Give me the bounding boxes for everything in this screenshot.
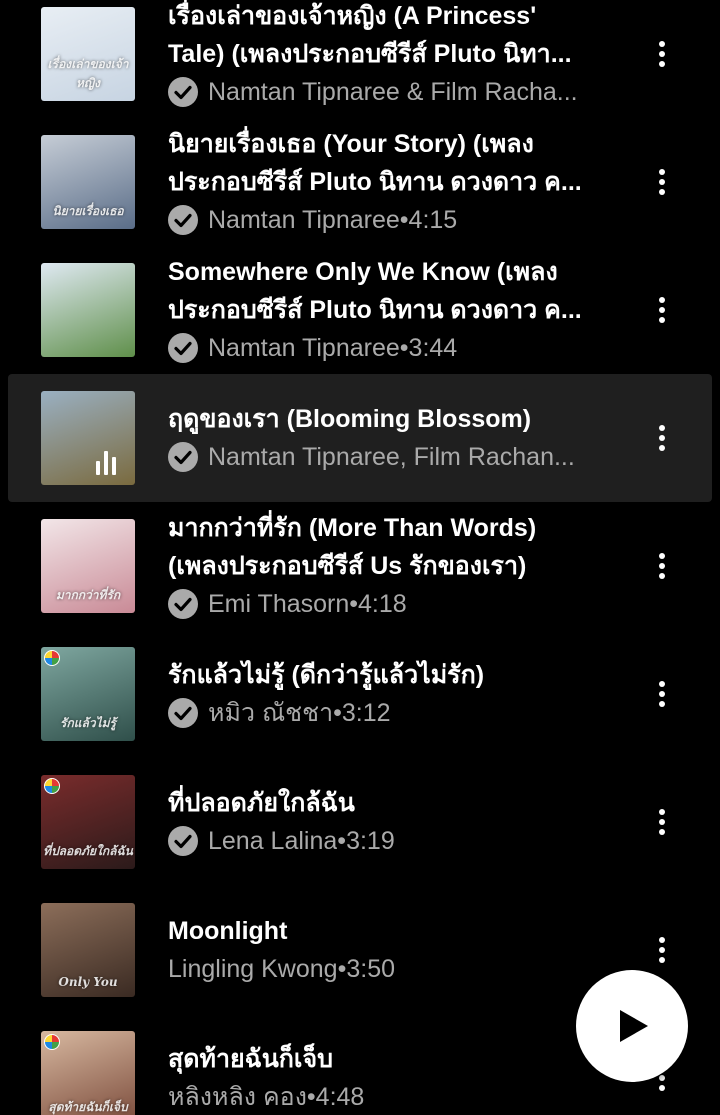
song-duration: 3:44 xyxy=(408,334,458,362)
separator-dot: • xyxy=(337,955,347,983)
song-row[interactable]: มากกว่าที่รัก มากกว่าที่รัก (More Than Wo… xyxy=(8,502,712,630)
song-info: เรื่องเล่าของเจ้าหญิง (A Princess' Tale) … xyxy=(168,0,628,111)
song-title: สุดท้ายฉันก็เจ็บ xyxy=(168,1045,333,1073)
album-thumbnail[interactable]: นิยายเรื่องเธอ xyxy=(41,135,135,229)
song-subtitle: Namtan Tipnaree • 4:15 xyxy=(168,201,628,239)
song-title-continued: (เพลงประกอบซีรีส์ Us รักของเรา) xyxy=(168,552,527,580)
more-vert-icon[interactable] xyxy=(648,418,676,458)
more-vert-icon[interactable] xyxy=(648,34,676,74)
separator-dot: • xyxy=(337,827,347,855)
separator-dot: • xyxy=(399,206,409,234)
song-duration: 4:15 xyxy=(408,206,458,234)
song-info: มากกว่าที่รัก (More Than Words) (เพลงประก… xyxy=(168,509,628,623)
equalizer-icon xyxy=(96,449,116,475)
song-title: เรื่องเล่าของเจ้าหญิง (A Princess' xyxy=(168,2,537,30)
play-icon xyxy=(620,1010,648,1042)
thumbnail-caption: Only You xyxy=(58,975,118,989)
check-circle-icon xyxy=(168,698,198,728)
song-subtitle: Namtan Tipnaree • 3:44 xyxy=(168,329,628,367)
album-thumbnail[interactable]: ที่ปลอดภัยใกล้ฉัน xyxy=(41,775,135,869)
more-vert-icon[interactable] xyxy=(648,674,676,714)
song-duration: 3:19 xyxy=(346,827,395,855)
song-duration: 3:50 xyxy=(346,955,396,983)
song-info: ฤดูของเรา (Blooming Blossom) Namtan Tipna… xyxy=(168,400,628,476)
song-title: นิยายเรื่องเธอ (Your Story) (เพลง xyxy=(168,130,534,158)
check-circle-icon xyxy=(168,826,198,856)
song-title-continued: ประกอบซีรีส์ Pluto นิทาน ดวงดาว ค... xyxy=(168,168,582,196)
song-duration: 3:12 xyxy=(341,699,391,727)
song-info: รักแล้วไม่รู้ (ดีกว่ารู้แล้วไม่รัก) หมิว … xyxy=(168,656,628,732)
album-thumbnail[interactable]: เรื่องเล่าของเจ้าหญิง xyxy=(41,7,135,101)
separator-dot: • xyxy=(306,1083,316,1111)
separator-dot: • xyxy=(349,590,359,618)
song-title: ที่ปลอดภัยใกล้ฉัน xyxy=(168,789,355,817)
artist-name: Lingling Kwong xyxy=(168,955,338,983)
song-subtitle: หลิงหลิง คอง • 4:48 xyxy=(168,1078,628,1115)
song-subtitle: Lena Lalina • 3:19 xyxy=(168,822,628,860)
song-row[interactable]: ฤดูของเรา (Blooming Blossom) Namtan Tipna… xyxy=(8,374,712,502)
more-vert-icon[interactable] xyxy=(648,546,676,586)
channel-logo xyxy=(44,778,60,794)
song-duration: 4:48 xyxy=(315,1083,365,1111)
song-row[interactable]: ที่ปลอดภัยใกล้ฉัน ที่ปลอดภัยใกล้ฉัน Lena L… xyxy=(8,758,712,886)
song-row[interactable]: รักแล้วไม่รู้ รักแล้วไม่รู้ (ดีกว่ารู้แล้… xyxy=(8,630,712,758)
song-title: มากกว่าที่รัก (More Than Words) xyxy=(168,514,537,542)
thumbnail-caption: เรื่องเล่าของเจ้าหญิง xyxy=(47,57,129,90)
album-thumbnail[interactable]: สุดท้ายฉันก็เจ็บ xyxy=(41,1031,135,1115)
song-title-continued: Tale) (เพลงประกอบซีรีส์ Pluto นิทา... xyxy=(168,40,572,68)
thumbnail-caption: สุดท้ายฉันก็เจ็บ xyxy=(48,1100,128,1114)
album-thumbnail[interactable]: มากกว่าที่รัก xyxy=(41,519,135,613)
song-info: ที่ปลอดภัยใกล้ฉัน Lena Lalina • 3:19 xyxy=(168,784,628,860)
song-duration: 4:18 xyxy=(358,590,407,618)
channel-logo xyxy=(44,1034,60,1050)
song-subtitle: Emi Thasorn • 4:18 xyxy=(168,585,628,623)
song-row[interactable]: นิยายเรื่องเธอ นิยายเรื่องเธอ (Your Story… xyxy=(8,118,712,246)
song-title: Somewhere Only We Know (เพลง xyxy=(168,258,558,286)
separator-dot: • xyxy=(399,334,409,362)
thumbnail-caption: รักแล้วไม่รู้ xyxy=(60,716,116,730)
more-vert-icon[interactable] xyxy=(648,290,676,330)
song-subtitle: Lingling Kwong • 3:50 xyxy=(168,950,628,988)
thumbnail-caption: มากกว่าที่รัก xyxy=(55,588,121,602)
song-subtitle: Namtan Tipnaree & Film Racha... xyxy=(168,73,628,111)
artist-name: Namtan Tipnaree xyxy=(208,334,400,362)
thumbnail-caption: ที่ปลอดภัยใกล้ฉัน xyxy=(43,844,133,858)
song-subtitle: หมิว ณัชชา • 3:12 xyxy=(168,694,628,732)
song-info: Somewhere Only We Know (เพลงประกอบซีรีส์… xyxy=(168,253,628,367)
more-vert-icon[interactable] xyxy=(648,802,676,842)
more-vert-icon[interactable] xyxy=(648,930,676,970)
artist-name: Lena Lalina xyxy=(208,827,338,855)
play-button[interactable] xyxy=(576,970,688,1082)
artist-name: หมิว ณัชชา xyxy=(208,699,334,727)
check-circle-icon xyxy=(168,77,198,107)
song-row[interactable]: Somewhere Only We Know (เพลงประกอบซีรีส์… xyxy=(8,246,712,374)
song-subtitle: Namtan Tipnaree, Film Rachan... xyxy=(168,438,628,476)
album-thumbnail[interactable]: Only You xyxy=(41,903,135,997)
channel-logo xyxy=(44,650,60,666)
check-circle-icon xyxy=(168,442,198,472)
artist-name: หลิงหลิง คอง xyxy=(168,1083,307,1111)
album-thumbnail[interactable] xyxy=(41,391,135,485)
artist-name: Namtan Tipnaree & Film Racha... xyxy=(208,78,578,106)
song-info: Moonlight Lingling Kwong • 3:50 xyxy=(168,912,628,988)
song-row[interactable]: เรื่องเล่าของเจ้าหญิง เรื่องเล่าของเจ้าหญ… xyxy=(8,0,712,118)
song-title: ฤดูของเรา (Blooming Blossom) xyxy=(168,405,532,433)
song-title: รักแล้วไม่รู้ (ดีกว่ารู้แล้วไม่รัก) xyxy=(168,661,485,689)
song-title: Moonlight xyxy=(168,917,288,945)
artist-name: Namtan Tipnaree xyxy=(208,206,400,234)
album-thumbnail[interactable] xyxy=(41,263,135,357)
check-circle-icon xyxy=(168,333,198,363)
check-circle-icon xyxy=(168,589,198,619)
more-vert-icon[interactable] xyxy=(648,162,676,202)
artist-name: Namtan Tipnaree, Film Rachan... xyxy=(208,443,575,471)
check-circle-icon xyxy=(168,205,198,235)
song-info: นิยายเรื่องเธอ (Your Story) (เพลงประกอบซ… xyxy=(168,125,628,239)
song-title-continued: ประกอบซีรีส์ Pluto นิทาน ดวงดาว ค... xyxy=(168,296,582,324)
separator-dot: • xyxy=(333,699,342,727)
album-thumbnail[interactable]: รักแล้วไม่รู้ xyxy=(41,647,135,741)
artist-name: Emi Thasorn xyxy=(208,590,350,618)
thumbnail-caption: นิยายเรื่องเธอ xyxy=(52,204,124,218)
song-info: สุดท้ายฉันก็เจ็บหลิงหลิง คอง • 4:48 xyxy=(168,1040,628,1115)
